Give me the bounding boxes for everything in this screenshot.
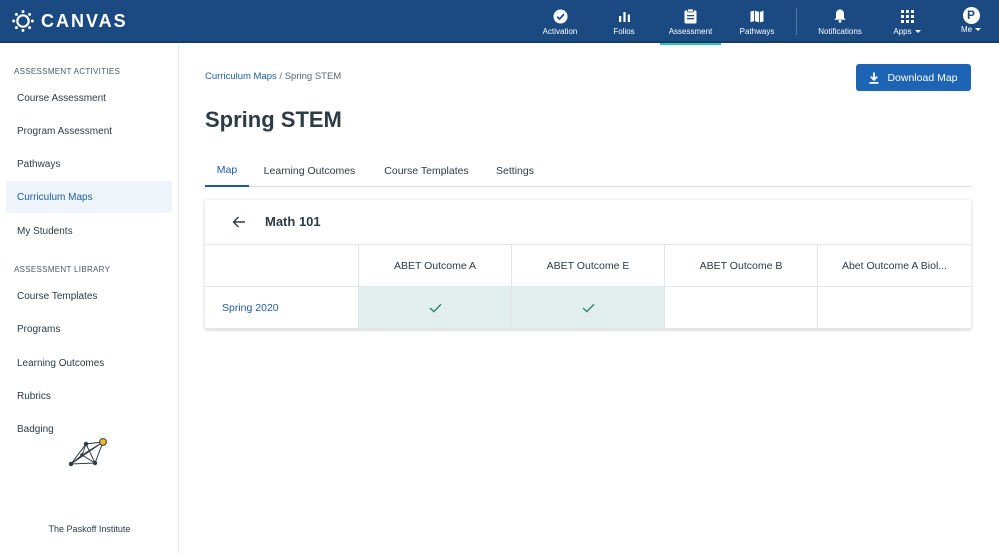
- canvas-logo[interactable]: CANVAS: [12, 9, 128, 33]
- clipboard-icon: [684, 8, 697, 24]
- nav-apps-label: Apps: [893, 27, 921, 36]
- chevron-down-icon: [975, 28, 982, 32]
- bar-chart-icon: [618, 8, 631, 24]
- nav-pathways-label: Pathways: [739, 27, 775, 36]
- column-header: ABET Outcome E: [512, 245, 665, 287]
- tab-learning-outcomes[interactable]: Learning Outcomes: [259, 155, 360, 187]
- checkmark-icon: [582, 303, 595, 313]
- top-navigation-bar: CANVAS Activation Folios Assessment Path…: [0, 0, 999, 45]
- breadcrumb-separator: /: [276, 71, 285, 82]
- column-header: ABET Outcome A: [359, 245, 512, 287]
- map-card-header: Math 101: [205, 200, 971, 245]
- grid-icon: [900, 8, 914, 24]
- column-header: Abet Outcome A Biol...: [818, 245, 971, 287]
- map-icon: [750, 8, 764, 24]
- curriculum-map-card: Math 101 ABET Outcome A ABET Outcome E A…: [205, 200, 971, 329]
- map-cell-empty[interactable]: [665, 287, 818, 329]
- nav-assessment-label: Assessment: [668, 27, 713, 36]
- breadcrumb-current: Spring STEM: [284, 71, 342, 82]
- map-cell-empty[interactable]: [818, 287, 971, 329]
- chevron-down-icon: [914, 30, 921, 34]
- nav-assessment[interactable]: Assessment: [660, 0, 721, 45]
- breadcrumb: Curriculum Maps / Spring STEM: [205, 71, 341, 82]
- check-circle-icon: [552, 8, 568, 24]
- sidebar-item-learning-outcomes[interactable]: Learning Outcomes: [6, 347, 172, 379]
- nav-me[interactable]: P Me: [954, 0, 988, 43]
- avatar: P: [962, 6, 980, 24]
- bell-icon: [834, 8, 846, 24]
- nav-me-label: Me: [961, 25, 982, 34]
- download-map-button[interactable]: Download Map: [856, 64, 971, 91]
- nav-notifications-label: Notifications: [818, 27, 862, 36]
- sidebar-item-program-assessment[interactable]: Program Assessment: [6, 115, 172, 147]
- tab-settings[interactable]: Settings: [493, 155, 537, 187]
- tab-bar: Map Learning Outcomes Course Templates S…: [205, 155, 971, 187]
- column-header: ABET Outcome B: [665, 245, 818, 287]
- nav-folios-label: Folios: [613, 27, 635, 36]
- back-arrow-icon[interactable]: [232, 215, 246, 234]
- breadcrumb-parent-link[interactable]: Curriculum Maps: [205, 71, 277, 82]
- brand-name: CANVAS: [41, 10, 128, 31]
- nav-notifications[interactable]: Notifications: [812, 0, 868, 43]
- map-cell-mapped[interactable]: [359, 287, 512, 329]
- tab-map[interactable]: Map: [205, 155, 249, 187]
- page-title: Spring STEM: [205, 107, 342, 132]
- sidebar-item-curriculum-maps[interactable]: Curriculum Maps: [6, 181, 172, 213]
- sidebar-heading-library: ASSESSMENT LIBRARY: [14, 265, 111, 274]
- sidebar-item-course-assessment[interactable]: Course Assessment: [6, 82, 172, 114]
- sidebar-item-programs[interactable]: Programs: [6, 313, 172, 345]
- sidebar-item-rubrics[interactable]: Rubrics: [6, 380, 172, 412]
- map-corner-cell: [205, 245, 359, 287]
- institution-logo-icon: [68, 437, 110, 474]
- nav-folios[interactable]: Folios: [602, 0, 646, 43]
- nav-divider: [796, 8, 797, 35]
- row-label-link[interactable]: Spring 2020: [205, 287, 359, 329]
- nav-activation[interactable]: Activation: [532, 0, 588, 43]
- sidebar-item-course-templates[interactable]: Course Templates: [6, 280, 172, 312]
- tab-course-templates[interactable]: Course Templates: [380, 155, 473, 187]
- sidebar-item-my-students[interactable]: My Students: [6, 215, 172, 247]
- sidebar-heading-activities: ASSESSMENT ACTIVITIES: [14, 67, 121, 76]
- checkmark-icon: [429, 303, 442, 313]
- sidebar-item-pathways[interactable]: Pathways: [6, 148, 172, 180]
- map-cell-mapped[interactable]: [512, 287, 665, 329]
- course-title: Math 101: [265, 214, 321, 229]
- nav-pathways[interactable]: Pathways: [735, 0, 779, 43]
- nav-apps[interactable]: Apps: [888, 0, 926, 43]
- institution-name: The Paskoff Institute: [48, 524, 131, 534]
- nav-activation-label: Activation: [542, 27, 578, 36]
- avatar-icon: P: [962, 6, 980, 24]
- canvas-logo-icon: [12, 10, 34, 32]
- download-icon: [869, 72, 879, 84]
- download-map-label: Download Map: [887, 71, 958, 84]
